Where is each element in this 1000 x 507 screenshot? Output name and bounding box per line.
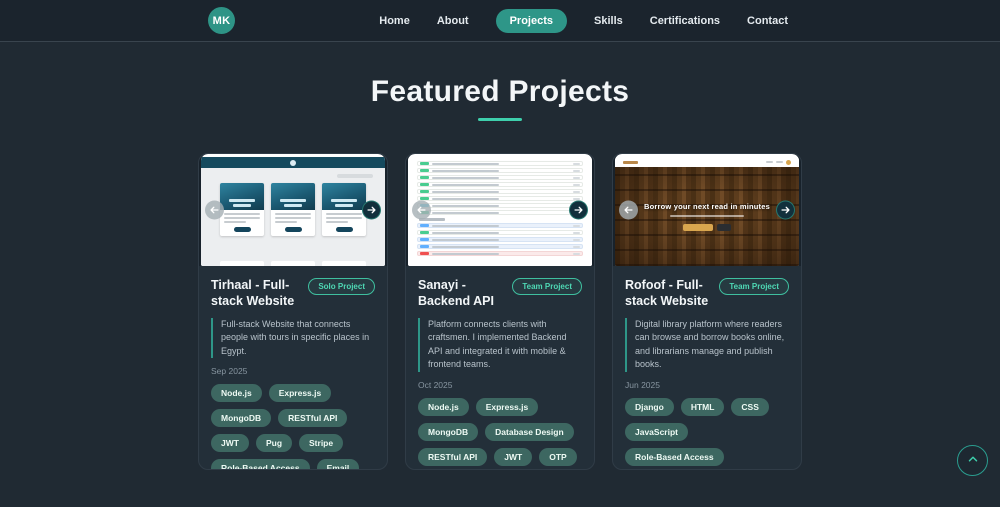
carousel-next-button[interactable] bbox=[569, 200, 588, 220]
nav-item-projects[interactable]: Projects bbox=[495, 8, 567, 33]
carousel-prev-button[interactable] bbox=[412, 200, 431, 220]
api-endpoint-row bbox=[417, 230, 583, 235]
tech-tag: Django bbox=[625, 397, 674, 416]
api-endpoint-row bbox=[417, 203, 583, 208]
tech-tag: CSS bbox=[731, 397, 769, 416]
tech-tag: Role-Based Access bbox=[625, 447, 724, 466]
api-endpoint-row bbox=[417, 175, 583, 180]
project-type-badge: Team Project bbox=[512, 278, 582, 295]
tech-tag: RESTful API bbox=[278, 409, 348, 427]
api-endpoint-row bbox=[417, 182, 583, 187]
logo[interactable]: MK bbox=[208, 7, 235, 34]
api-endpoint-row bbox=[417, 251, 583, 256]
tech-tag: Node.js bbox=[418, 397, 469, 416]
site-logo-dot bbox=[290, 159, 296, 166]
scroll-to-top-button[interactable] bbox=[957, 445, 988, 476]
tech-tag: Stripe bbox=[299, 434, 344, 452]
tech-tag: OTP bbox=[539, 447, 577, 466]
api-endpoint-row bbox=[417, 189, 583, 194]
nav-item-skills[interactable]: Skills bbox=[594, 9, 623, 33]
project-type-badge: Team Project bbox=[719, 278, 789, 295]
project-card: Borrow your next read in minutes Rofoof … bbox=[612, 153, 802, 470]
library-hero: Borrow your next read in minutes bbox=[615, 167, 799, 266]
projects-grid: Tirhaal - Full-stack Website Solo Projec… bbox=[0, 153, 1000, 470]
tech-tag: Database Design bbox=[485, 422, 574, 441]
projects-section: Featured Projects Tirhaal - Full-stack W… bbox=[0, 75, 1000, 470]
main-nav: Home About Projects Skills Certifications Con… bbox=[379, 8, 788, 33]
site-logo bbox=[623, 160, 638, 164]
tech-tag-list: Node.js Express.js MongoDB RESTful API JWT Pu… bbox=[211, 384, 375, 469]
nav-item-about[interactable]: About bbox=[437, 9, 469, 33]
carousel-next-button[interactable] bbox=[776, 200, 795, 220]
api-endpoint-row bbox=[417, 210, 583, 215]
tours-site-preview bbox=[201, 157, 385, 266]
project-title: Tirhaal - Full-stack Website bbox=[211, 278, 295, 309]
nav-item-certifications[interactable]: Certifications bbox=[650, 9, 720, 33]
project-preview-carousel bbox=[406, 154, 594, 266]
api-endpoint-row bbox=[417, 161, 583, 166]
api-endpoint-row bbox=[417, 196, 583, 201]
project-title: Rofoof - Full-stack Website bbox=[625, 278, 709, 309]
tech-tag: Express.js bbox=[475, 397, 539, 416]
tech-tag: MongoDB bbox=[211, 409, 272, 427]
project-description: Full-stack Website that connects people … bbox=[211, 317, 375, 358]
title-underline bbox=[478, 118, 522, 121]
project-description: Digital library platform where readers c… bbox=[625, 317, 789, 372]
mini-tour-card bbox=[220, 183, 264, 236]
project-type-badge: Solo Project bbox=[308, 278, 375, 295]
tech-tag: JavaScript bbox=[625, 422, 688, 441]
tech-tag-list: Node.js Express.js MongoDB Database Design R… bbox=[418, 397, 582, 470]
tech-tag: Email bbox=[316, 459, 360, 469]
tech-tag: Pug bbox=[255, 434, 293, 452]
api-endpoint-row bbox=[417, 244, 583, 249]
header: MK Home About Projects Skills Certifications… bbox=[0, 0, 1000, 42]
library-site-preview: Borrow your next read in minutes bbox=[615, 157, 799, 266]
carousel-prev-button[interactable] bbox=[205, 200, 224, 220]
tech-tag: JWT bbox=[494, 447, 533, 466]
carousel-prev-button[interactable] bbox=[619, 200, 638, 220]
swagger-docs-preview bbox=[408, 157, 592, 266]
hero-headline: Borrow your next read in minutes bbox=[643, 202, 770, 211]
mini-tour-card bbox=[271, 183, 315, 236]
tech-tag: MongoDB bbox=[418, 422, 479, 441]
tech-tag: HTML bbox=[680, 397, 725, 416]
mini-tour-card bbox=[322, 183, 366, 236]
api-endpoint-row bbox=[417, 237, 583, 242]
api-endpoint-row bbox=[417, 168, 583, 173]
tech-tag: JWT bbox=[211, 434, 249, 452]
project-preview-carousel bbox=[199, 154, 387, 266]
project-date: Oct 2025 bbox=[418, 379, 453, 390]
tech-tag: Role-Based Access bbox=[211, 459, 310, 469]
chevron-up-icon bbox=[966, 452, 980, 469]
nav-item-home[interactable]: Home bbox=[379, 9, 410, 33]
nav-item-contact[interactable]: Contact bbox=[747, 9, 788, 33]
project-preview-carousel: Borrow your next read in minutes bbox=[613, 154, 801, 266]
project-date: Jun 2025 bbox=[625, 379, 660, 390]
project-date: Sep 2025 bbox=[211, 366, 248, 376]
project-title: Sanayi - Backend API bbox=[418, 278, 494, 309]
carousel-next-button[interactable] bbox=[362, 200, 381, 220]
tech-tag-list: Django HTML CSS JavaScript Role-Based Access… bbox=[625, 397, 789, 470]
project-card: Tirhaal - Full-stack Website Solo Projec… bbox=[198, 153, 388, 470]
project-description: Platform connects clients with craftsmen… bbox=[418, 317, 582, 372]
section-title: Featured Projects bbox=[370, 75, 630, 108]
api-endpoint-row bbox=[417, 223, 583, 228]
project-card: Sanayi - Backend API Team Project Platfo… bbox=[405, 153, 595, 470]
tech-tag: RESTful API bbox=[418, 447, 488, 466]
tech-tag: Node.js bbox=[211, 384, 262, 402]
tech-tag: Express.js bbox=[268, 384, 332, 402]
